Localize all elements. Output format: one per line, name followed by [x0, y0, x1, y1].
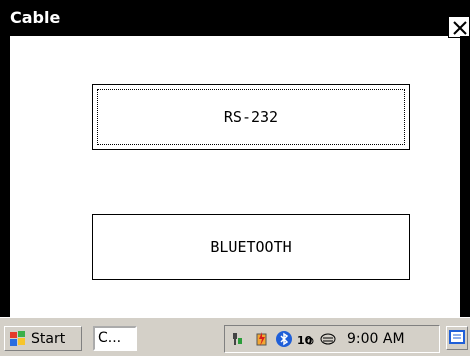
- title-bar: Cable: [0, 0, 470, 38]
- system-tray: 10 9:00 AM: [224, 325, 440, 353]
- keyboard-button[interactable]: [446, 326, 468, 350]
- rs232-label: RS-232: [223, 108, 279, 126]
- start-label: Start: [31, 330, 66, 347]
- taskbar-app-label: C...: [98, 330, 122, 346]
- bluetooth-label: BLUETOOTH: [210, 238, 292, 256]
- clock[interactable]: 9:00 AM: [347, 331, 405, 347]
- taskbar-app-button[interactable]: C...: [93, 326, 137, 351]
- svg-text:10: 10: [297, 334, 313, 347]
- close-icon: [453, 21, 467, 35]
- battery-icon[interactable]: [253, 330, 271, 348]
- connectivity-icon[interactable]: [231, 330, 249, 348]
- window-border-left: [0, 36, 10, 317]
- windows-logo-icon: [10, 330, 25, 346]
- taskbar: Start C... 10 9:00 AM: [0, 317, 470, 356]
- close-button[interactable]: [448, 16, 470, 38]
- bluetooth-button[interactable]: BLUETOOTH: [92, 214, 410, 280]
- volume-icon[interactable]: 10: [297, 330, 315, 348]
- window-title: Cable: [10, 8, 61, 27]
- rs232-button[interactable]: RS-232: [92, 84, 410, 150]
- start-button[interactable]: Start: [4, 326, 82, 351]
- window-border-right: [460, 36, 470, 317]
- keyboard-icon: [449, 330, 465, 344]
- input-method-icon[interactable]: [319, 330, 337, 348]
- bluetooth-icon[interactable]: [275, 330, 293, 348]
